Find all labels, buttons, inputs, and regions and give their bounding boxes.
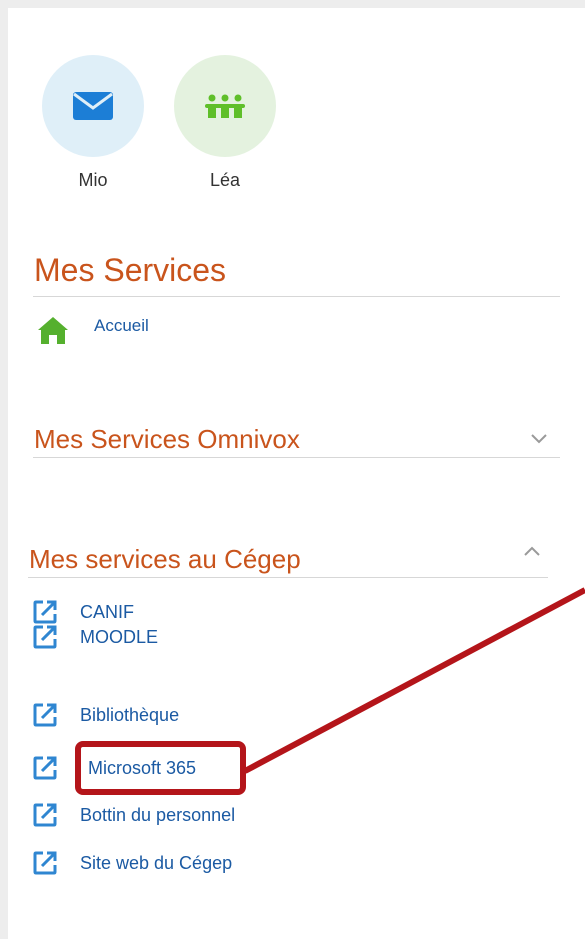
link-label-canif[interactable]: CANIF [80,602,134,623]
app-label-mio[interactable]: Mio [33,170,153,191]
chevron-up-icon[interactable] [523,545,541,557]
sidebar-item-label[interactable]: Accueil [94,316,149,336]
link-moodle[interactable]: MOODLE [0,622,220,652]
external-link-icon [33,625,57,649]
envelope-icon [73,92,113,120]
app-lea[interactable]: Léa [165,55,285,191]
link-label-bibliotheque[interactable]: Bibliothèque [80,705,179,726]
app-mio[interactable]: Mio [33,55,153,191]
mio-icon-circle[interactable] [42,55,144,157]
section-divider [33,457,560,458]
sidebar-item-accueil[interactable]: Accueil [0,313,200,344]
section-title-cegep[interactable]: Mes services au Cégep [29,544,301,575]
section-divider [28,577,548,578]
external-link-icon [33,851,57,875]
link-label-moodle[interactable]: MOODLE [80,627,158,648]
link-label-bottin-du-personnel[interactable]: Bottin du personnel [80,805,235,826]
link-microsoft-365[interactable]: Microsoft 365 [0,753,220,783]
link-site-web-du-cegep[interactable]: Site web du Cégep [0,848,260,878]
home-icon [38,317,68,344]
link-bibliotheque[interactable]: Bibliothèque [0,700,220,730]
link-bottin-du-personnel[interactable]: Bottin du personnel [0,800,260,830]
people-group-icon [205,94,245,118]
external-link-icon [33,803,57,827]
lea-icon-circle[interactable] [174,55,276,157]
app-label-lea[interactable]: Léa [165,170,285,191]
external-link-icon [33,703,57,727]
link-label-site-web-du-cegep[interactable]: Site web du Cégep [80,853,232,874]
section-title-mes-services: Mes Services [34,252,227,288]
section-title-omnivox[interactable]: Mes Services Omnivox [34,424,300,455]
external-link-icon [33,756,57,780]
section-divider [33,296,560,297]
chevron-down-icon[interactable] [530,433,548,445]
link-label-microsoft-365[interactable]: Microsoft 365 [88,758,196,779]
